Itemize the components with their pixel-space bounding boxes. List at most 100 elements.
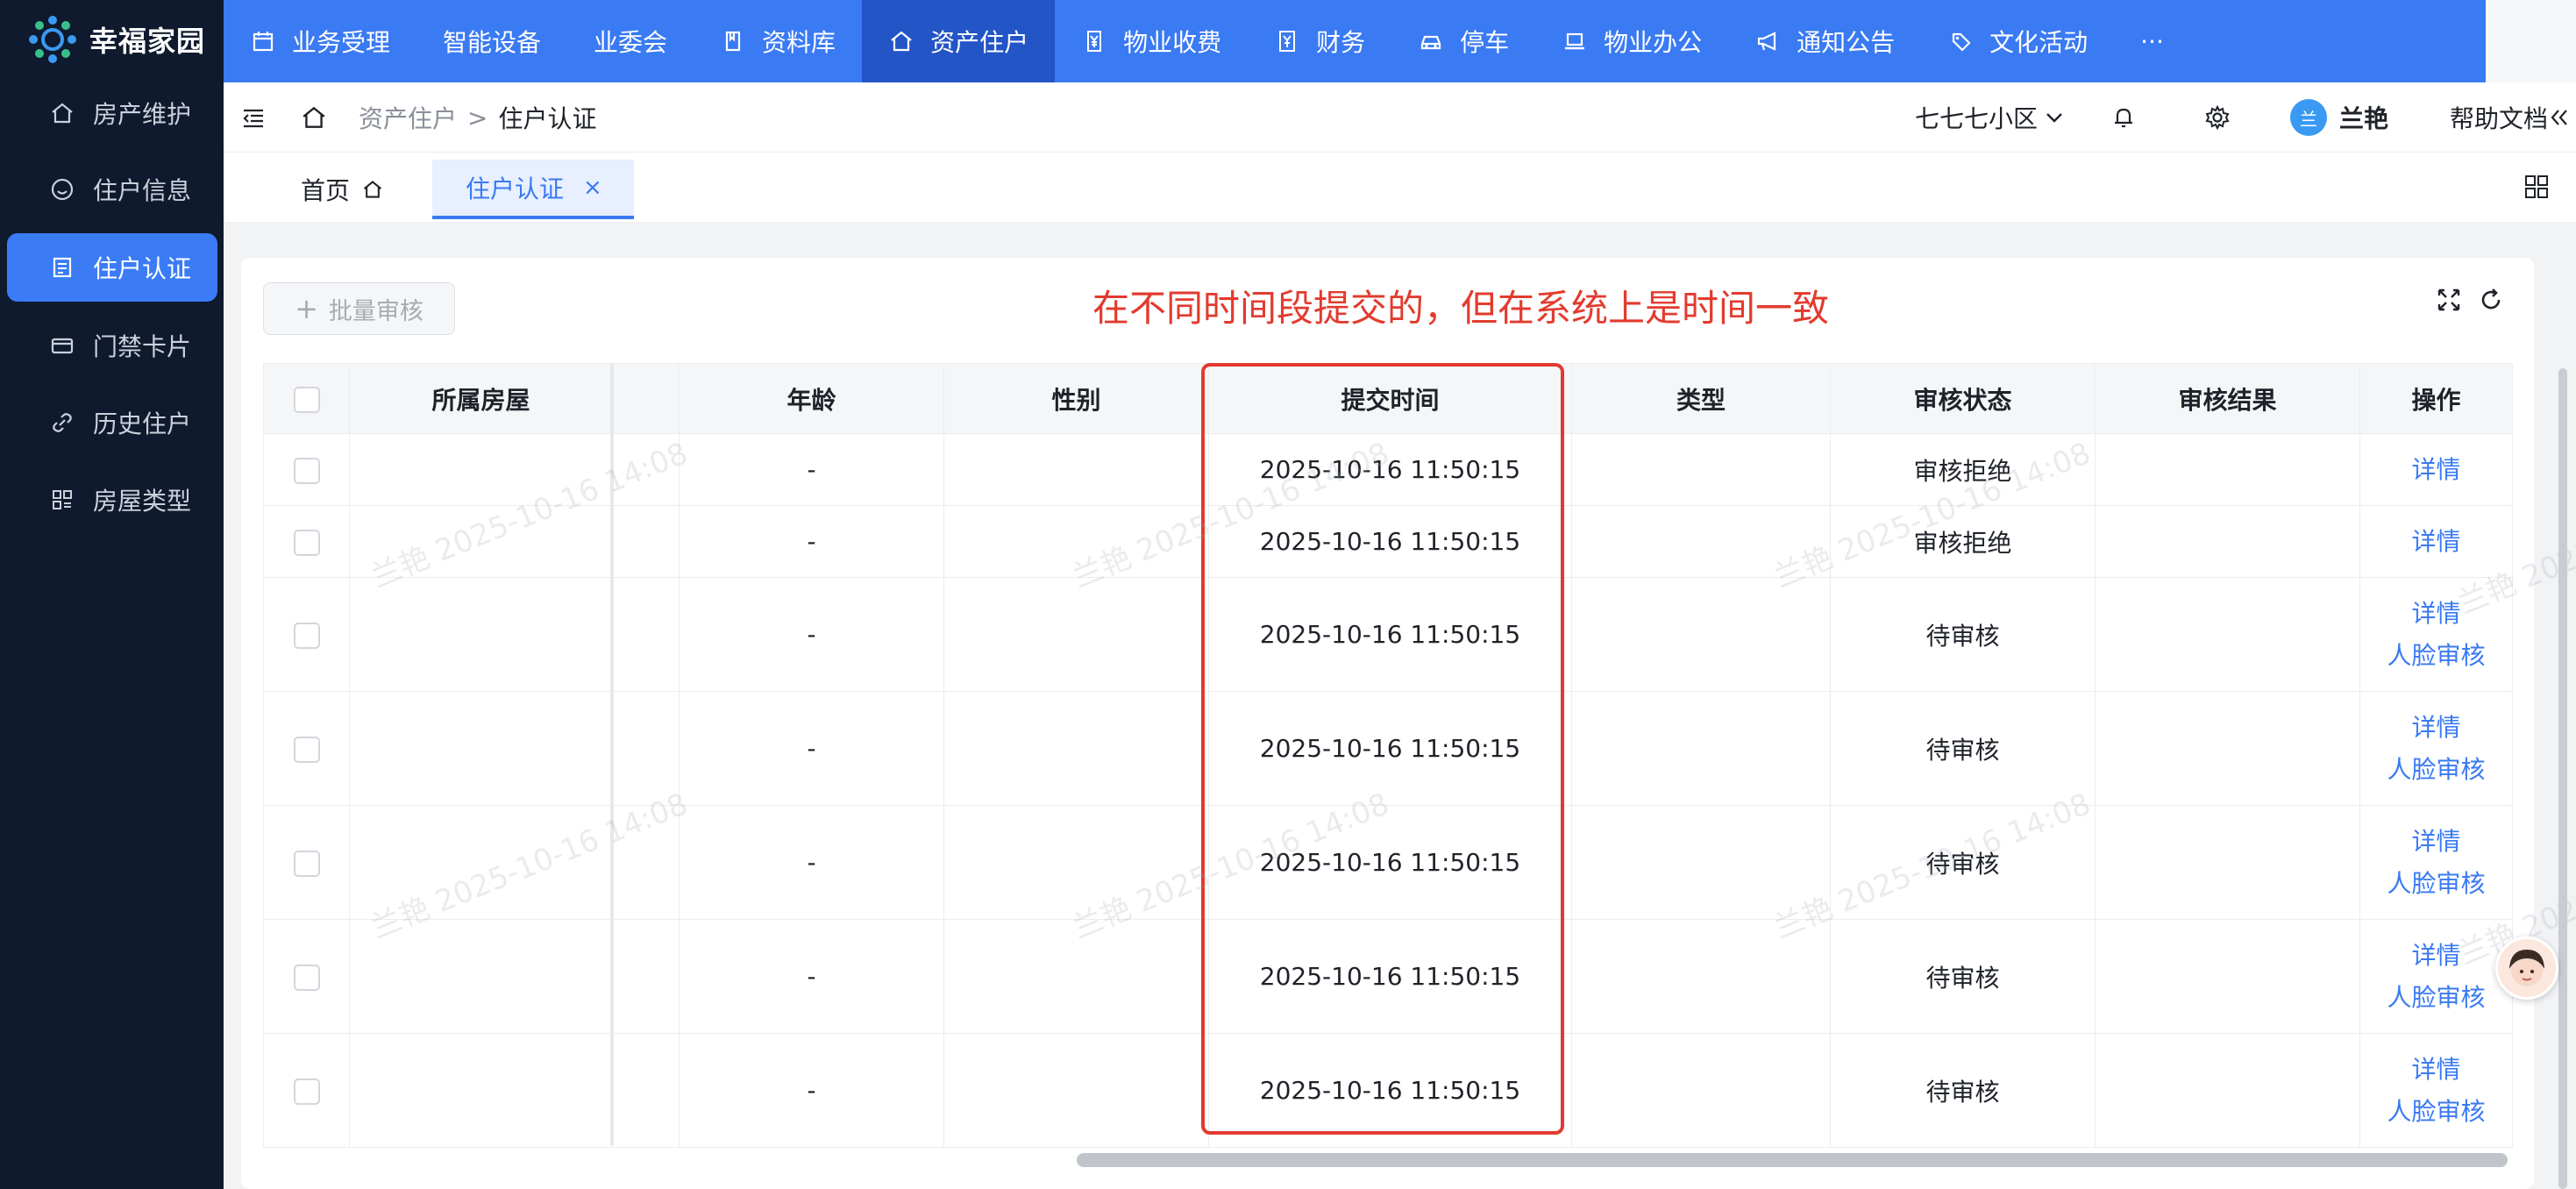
nav-label: 资产住户 (930, 28, 1029, 57)
detail-link[interactable]: 详情 (2361, 935, 2512, 977)
detail-link[interactable]: 详情 (2361, 821, 2512, 863)
cell-ops: 详情 人脸审核 (2359, 919, 2513, 1034)
row-checkbox[interactable] (293, 530, 320, 556)
cell-age: - (679, 919, 944, 1034)
row-select-cell (263, 577, 350, 692)
help-docs-link[interactable]: 帮助文档 (2450, 100, 2548, 135)
tab-resident-verification[interactable]: 住户认证 × (432, 160, 634, 219)
avatar[interactable]: 兰 (2289, 99, 2327, 136)
cell-age: - (679, 433, 944, 506)
assistant-avatar[interactable] (2495, 936, 2558, 1000)
bell-icon[interactable] (2111, 105, 2136, 130)
apps-grid-icon[interactable] (2523, 174, 2550, 200)
nav-item-fees[interactable]: 物业收费 (1055, 0, 1248, 82)
home-icon (888, 28, 914, 54)
gear-icon[interactable] (2204, 104, 2231, 131)
face-review-link[interactable]: 人脸审核 (2361, 635, 2512, 677)
cell-house (349, 691, 613, 806)
nav-item-culture[interactable]: 文化活动 (1921, 0, 2114, 82)
row-select-cell (263, 433, 350, 506)
nav-label: 物业收费 (1123, 28, 1222, 57)
horizontal-scrollbar[interactable] (1077, 1153, 2508, 1167)
detail-link[interactable]: 详情 (2361, 1049, 2512, 1091)
breadcrumb-current: 住户认证 (498, 104, 597, 133)
sidebar-item-verification[interactable]: 住户认证 (7, 233, 217, 302)
cell-house (349, 577, 613, 692)
cell-status: 待审核 (1830, 1033, 2096, 1148)
row-checkbox[interactable] (293, 1079, 320, 1105)
face-review-link[interactable]: 人脸审核 (2361, 863, 2512, 905)
detail-link[interactable]: 详情 (2361, 449, 2512, 491)
row-checkbox[interactable] (293, 737, 320, 763)
home-icon[interactable] (301, 104, 327, 131)
tab-label: 首页 (301, 176, 351, 205)
fullscreen-icon[interactable] (2436, 287, 2462, 313)
cell-status: 待审核 (1830, 805, 2096, 920)
calendar-icon (250, 28, 276, 54)
sidebar-item-house-types[interactable]: 房屋类型 (7, 466, 217, 534)
tab-home[interactable]: 首页 (285, 160, 399, 219)
sidebar: 幸福家园 房产维护 住户信息 住户认证 门禁卡片 历史住户 房屋类型 (0, 0, 224, 1189)
nav-label: 停车 (1460, 28, 1510, 57)
logo-icon (29, 16, 76, 63)
cell-house (349, 433, 613, 506)
cell-hidden (612, 691, 680, 806)
cell-ops: 详情 人脸审核 (2359, 691, 2513, 806)
cell-ops: 详情 (2359, 505, 2513, 578)
nav-item-library[interactable]: 资料库 (694, 0, 862, 82)
cell-house (349, 1033, 613, 1148)
plus-icon: + (295, 292, 318, 325)
nav-item-devices[interactable]: 智能设备 (416, 0, 567, 82)
nav-item-office[interactable]: 物业办公 (1535, 0, 1728, 82)
user-name[interactable]: 兰艳 (2339, 100, 2388, 135)
fixed-column-divider (610, 363, 614, 1145)
cell-gender (943, 433, 1209, 506)
header-result[interactable]: 审核结果 (2095, 363, 2360, 434)
card-icon (49, 332, 75, 359)
sidebar-item-history[interactable]: 历史住户 (7, 388, 217, 457)
tabs-bar: 首页 住户认证 × (224, 153, 2576, 223)
nav-item-committee[interactable]: 业委会 (567, 0, 694, 82)
nav-item-notices[interactable]: 通知公告 (1728, 0, 1921, 82)
nav-item-more[interactable]: ··· (2114, 0, 2190, 82)
sidebar-item-access-cards[interactable]: 门禁卡片 (7, 311, 217, 380)
double-chevron-left-icon[interactable] (2548, 106, 2571, 129)
breadcrumb-parent[interactable]: 资产住户 (359, 100, 457, 135)
nav-item-parking[interactable]: 停车 (1391, 0, 1535, 82)
menu-collapse-icon[interactable] (241, 105, 266, 130)
detail-link[interactable]: 详情 (2361, 707, 2512, 749)
header-age[interactable]: 年龄 (679, 363, 944, 434)
cell-gender (943, 1033, 1209, 1148)
refresh-icon[interactable] (2478, 287, 2504, 313)
header-gender[interactable]: 性别 (943, 363, 1209, 434)
header-type[interactable]: 类型 (1571, 363, 1831, 434)
row-checkbox[interactable] (293, 851, 320, 877)
nav-item-assets[interactable]: 资产住户 (862, 0, 1056, 82)
sidebar-item-residents[interactable]: 住户信息 (7, 155, 217, 224)
cell-hidden (612, 433, 680, 506)
cell-ops: 详情 人脸审核 (2359, 577, 2513, 692)
face-review-link[interactable]: 人脸审核 (2361, 749, 2512, 791)
sidebar-item-property[interactable]: 房产维护 (7, 79, 217, 147)
vertical-scrollbar[interactable] (2558, 368, 2567, 1189)
header-status[interactable]: 审核状态 (1830, 363, 2096, 434)
face-review-link[interactable]: 人脸审核 (2361, 1091, 2512, 1133)
cell-result (2095, 1033, 2360, 1148)
header-right: 七七七小区 兰 兰艳 帮助文档 (1915, 82, 2576, 153)
row-checkbox[interactable] (293, 965, 320, 991)
select-all-checkbox[interactable] (293, 387, 320, 413)
community-selector[interactable]: 七七七小区 (1915, 100, 2066, 135)
cell-hidden (612, 919, 680, 1034)
app-title: 幸福家园 (89, 25, 206, 58)
row-select-cell (263, 805, 350, 920)
header-house[interactable]: 所属房屋 (349, 363, 613, 434)
face-review-link[interactable]: 人脸审核 (2361, 977, 2512, 1019)
row-checkbox[interactable] (293, 458, 320, 484)
nav-item-finance[interactable]: 财务 (1248, 0, 1391, 82)
nav-item-business[interactable]: 业务受理 (224, 0, 416, 82)
batch-review-button[interactable]: + 批量审核 (263, 282, 455, 335)
detail-link[interactable]: 详情 (2361, 593, 2512, 635)
detail-link[interactable]: 详情 (2361, 521, 2512, 563)
row-checkbox[interactable] (293, 623, 320, 649)
close-icon[interactable]: × (583, 174, 602, 201)
